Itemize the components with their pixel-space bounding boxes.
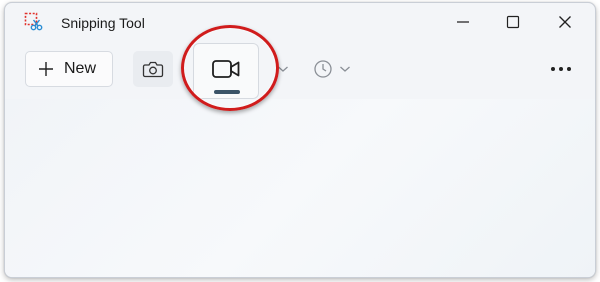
new-button-label: New — [64, 60, 97, 77]
screenshot-mode-button[interactable] — [133, 51, 173, 87]
more-options-button[interactable] — [547, 57, 575, 81]
selected-mode-indicator — [214, 90, 240, 94]
maximize-icon — [506, 15, 520, 29]
maximize-button[interactable] — [499, 11, 527, 33]
more-horizontal-icon — [551, 67, 571, 71]
minimize-button[interactable] — [449, 11, 477, 33]
delay-chevron-down-icon — [340, 66, 350, 72]
minimize-icon — [457, 21, 469, 23]
close-icon — [559, 16, 571, 28]
screenshot-stage: Snipping Tool New — [0, 0, 600, 282]
record-mode-button[interactable] — [193, 43, 259, 99]
toolbar: New — [5, 43, 595, 99]
video-camera-icon — [212, 60, 240, 78]
snipping-tool-window: Snipping Tool New — [4, 2, 596, 278]
delay-timer-button[interactable] — [309, 51, 357, 87]
title-bar[interactable]: Snipping Tool — [5, 3, 595, 43]
snip-content-area — [5, 99, 595, 277]
close-button[interactable] — [551, 11, 579, 33]
window-title: Snipping Tool — [61, 15, 145, 31]
new-snip-button[interactable]: New — [25, 51, 113, 87]
camera-icon — [142, 61, 164, 78]
plus-icon — [39, 62, 53, 76]
clock-icon — [314, 60, 332, 78]
snip-mode-chevron-down-icon[interactable] — [277, 65, 289, 73]
snipping-tool-app-icon — [24, 12, 43, 31]
